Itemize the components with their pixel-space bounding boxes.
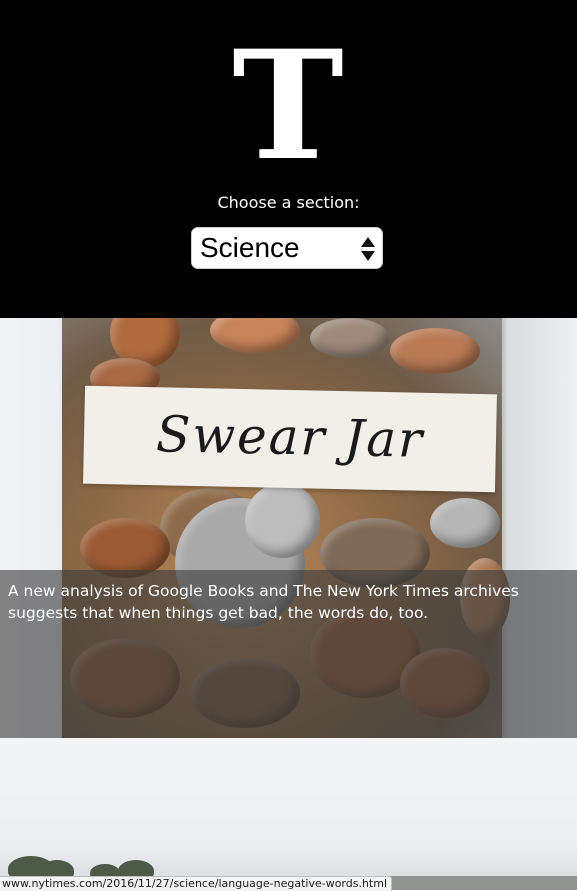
nyt-logo-glyph: T [232,18,344,194]
section-select-value: Science [200,232,300,263]
swear-jar-label-text: Swear Jar [155,405,425,469]
swear-jar-label: Swear Jar [83,385,497,493]
article-card[interactable]: Swear Jar A new analysis of Google Books… [0,318,577,738]
header: T Choose a section: Science [0,0,577,318]
article-caption-text: A new analysis of Google Books and The N… [8,582,519,622]
section-prompt: Choose a section: [217,193,360,212]
select-arrows-icon [361,237,375,261]
coin [80,518,170,578]
nyt-logo[interactable]: T [228,26,348,186]
status-bar-url: www.nytimes.com/2016/11/27/science/langu… [0,876,393,891]
coin [390,328,480,374]
coin [430,498,500,548]
article-card[interactable] [0,738,577,890]
article-caption[interactable]: A new analysis of Google Books and The N… [0,570,577,738]
coin [245,483,320,558]
coin [310,318,390,358]
section-select[interactable]: Science [191,227,383,269]
